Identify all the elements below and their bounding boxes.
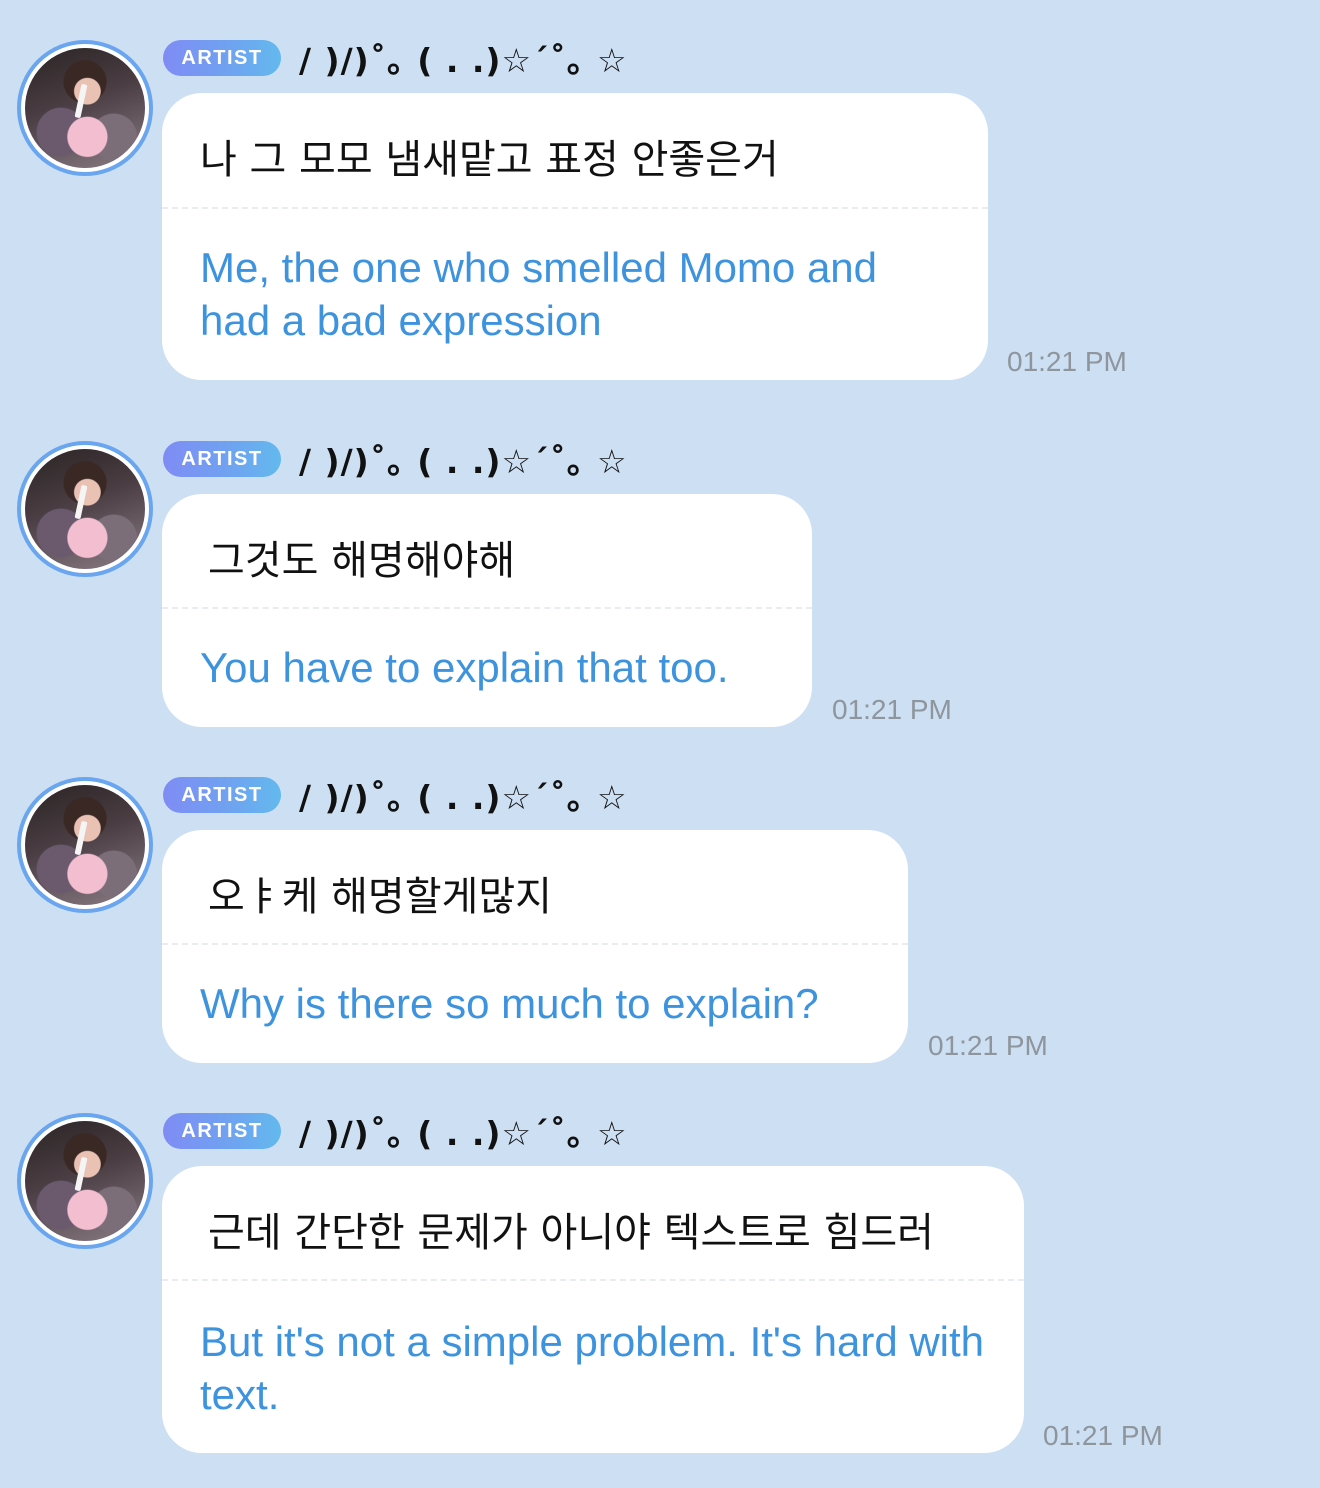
message-header: ARTIST / )/)˚｡ ( . .)☆´˚｡ ☆ <box>163 1111 628 1153</box>
chat-screen: { "messages": [ { "badge": "ARTIST", "ni… <box>0 0 1320 1488</box>
translation-divider <box>162 1279 1024 1281</box>
translated-text: But it's not a simple problem. It's hard… <box>200 1318 985 1418</box>
artist-avatar[interactable] <box>17 1113 153 1249</box>
artist-nickname: / )/)˚｡ ( . .)☆´˚｡ ☆ <box>299 1114 628 1153</box>
artist-badge: ARTIST <box>163 1113 281 1149</box>
original-text: 근데 간단한 문제가 아니야 텍스트로 힘드러 <box>208 1210 934 1256</box>
avatar-photo <box>25 1121 145 1241</box>
message-bubble[interactable]: 근데 간단한 문제가 아니야 텍스트로 힘드러 But it's not a s… <box>162 1166 1024 1453</box>
message-time: 01:21 PM <box>1043 1420 1163 1451</box>
chat-message: ARTIST / )/)˚｡ ( . .)☆´˚｡ ☆ 근데 간단한 문제가 아… <box>0 0 1320 1480</box>
